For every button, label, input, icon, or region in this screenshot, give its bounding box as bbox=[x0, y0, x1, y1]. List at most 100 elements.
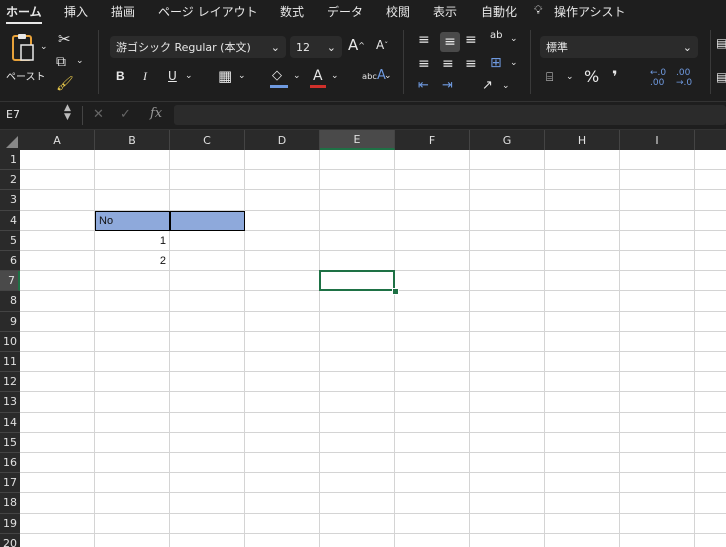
name-box-stepper-icon[interactable]: ▲ ▼ bbox=[64, 104, 71, 122]
row-header-14[interactable]: 14 bbox=[0, 412, 20, 433]
font-name-dropdown[interactable]: 游ゴシック Regular (本文) ⌄ bbox=[110, 36, 286, 58]
cell-b6[interactable]: 2 bbox=[99, 251, 166, 271]
number-format-dropdown[interactable]: 標準 ⌄ bbox=[540, 36, 698, 58]
row-header-19[interactable]: 19 bbox=[0, 513, 20, 534]
row-header-8[interactable]: 8 bbox=[0, 291, 20, 312]
underline-dropdown-icon[interactable]: ⌄ bbox=[185, 71, 193, 81]
cell-b4[interactable]: No bbox=[99, 211, 166, 231]
gridline bbox=[20, 431, 726, 433]
paste-dropdown-icon[interactable]: ⌄ bbox=[40, 42, 48, 52]
decrease-font-size-icon[interactable]: Aˇ bbox=[376, 38, 388, 52]
fill-handle[interactable] bbox=[392, 288, 399, 296]
currency-format-icon[interactable]: ⌸ bbox=[546, 70, 553, 85]
column-header-c[interactable]: C bbox=[170, 130, 245, 150]
column-header-f[interactable]: F bbox=[395, 130, 470, 150]
column-header-d[interactable]: D bbox=[245, 130, 320, 150]
conditional-formatting-icon[interactable]: ▤ bbox=[716, 36, 726, 50]
text-effects-dropdown-icon[interactable]: ⌄ bbox=[384, 71, 392, 81]
text-effects-icon[interactable]: abc A bbox=[362, 68, 386, 83]
tab-automate[interactable]: 自動化 bbox=[481, 3, 517, 20]
tab-page-layout[interactable]: ページ レイアウト bbox=[158, 3, 258, 20]
comma-style-icon[interactable]: ❜ bbox=[612, 67, 618, 86]
increase-font-size-icon[interactable]: A ^ bbox=[348, 36, 365, 54]
row-header-7[interactable]: 7 bbox=[0, 271, 20, 292]
cancel-icon[interactable]: ✕ bbox=[93, 107, 104, 122]
row-header-9[interactable]: 9 bbox=[0, 311, 20, 332]
row-header-5[interactable]: 5 bbox=[0, 230, 20, 251]
row-header-20[interactable]: 20 bbox=[0, 533, 20, 547]
align-middle-icon[interactable]: ≡ bbox=[440, 32, 460, 52]
enter-checkmark-icon[interactable]: ✓ bbox=[120, 107, 131, 122]
row-header-4[interactable]: 4 bbox=[0, 210, 20, 231]
column-header-h[interactable]: H bbox=[545, 130, 620, 150]
row-header-1[interactable]: 1 bbox=[0, 150, 20, 171]
tab-home[interactable]: ホーム bbox=[6, 3, 42, 24]
copy-icon[interactable]: ⧉ bbox=[56, 54, 66, 70]
cell-b5[interactable]: 1 bbox=[99, 231, 166, 251]
insert-function-icon[interactable]: fx bbox=[150, 106, 162, 121]
fill-color-dropdown-icon[interactable]: ⌄ bbox=[293, 71, 301, 81]
orientation-dropdown-icon[interactable]: ⌄ bbox=[502, 81, 510, 91]
row-header-15[interactable]: 15 bbox=[0, 432, 20, 453]
row-header-12[interactable]: 12 bbox=[0, 372, 20, 393]
chevron-down-icon: ⌄ bbox=[270, 40, 280, 54]
column-header-g[interactable]: G bbox=[470, 130, 545, 150]
row-header-13[interactable]: 13 bbox=[0, 392, 20, 413]
row-header-11[interactable]: 11 bbox=[0, 352, 20, 373]
header-fill-c4[interactable] bbox=[170, 210, 245, 231]
row-header-18[interactable]: 18 bbox=[0, 493, 20, 514]
orientation-icon[interactable]: ↗ bbox=[482, 78, 493, 93]
column-header-a[interactable]: A bbox=[20, 130, 95, 150]
select-all-corner[interactable] bbox=[0, 130, 20, 150]
increase-indent-icon[interactable]: ⇥ bbox=[442, 78, 453, 93]
row-header-17[interactable]: 17 bbox=[0, 473, 20, 494]
font-color-dropdown-icon[interactable]: ⌄ bbox=[331, 71, 339, 81]
cell-styles-icon[interactable]: ▤ bbox=[716, 70, 726, 84]
borders-icon[interactable]: ▦ bbox=[218, 67, 232, 85]
formula-input[interactable] bbox=[174, 105, 726, 125]
row-header-10[interactable]: 10 bbox=[0, 331, 20, 352]
align-right-icon[interactable]: ≡ bbox=[465, 56, 477, 72]
font-color-icon[interactable]: A bbox=[310, 68, 326, 88]
name-box[interactable]: E7 bbox=[6, 108, 20, 121]
bold-button[interactable]: B bbox=[116, 69, 125, 83]
tab-insert[interactable]: 挿入 bbox=[64, 3, 88, 20]
italic-button[interactable]: I bbox=[143, 69, 147, 84]
wrap-text-dropdown-icon[interactable]: ⌄ bbox=[510, 34, 518, 44]
decrease-decimal-icon[interactable]: .00 →.0 bbox=[676, 68, 692, 88]
column-header-b[interactable]: B bbox=[95, 130, 170, 150]
merge-center-icon[interactable]: ⊞ bbox=[490, 55, 502, 71]
font-size-dropdown[interactable]: 12 ⌄ bbox=[290, 36, 342, 58]
increase-decimal-icon[interactable]: ←.0.00 bbox=[650, 68, 666, 88]
row-header-2[interactable]: 2 bbox=[0, 170, 20, 191]
tab-view[interactable]: 表示 bbox=[433, 3, 457, 20]
row-header-6[interactable]: 6 bbox=[0, 251, 20, 272]
fill-color-icon[interactable]: ◇ bbox=[270, 68, 288, 88]
column-header-overflow bbox=[695, 130, 726, 150]
wrap-text-icon[interactable]: ab bbox=[490, 30, 502, 41]
row-header-3[interactable]: 3 bbox=[0, 190, 20, 211]
tab-formulas[interactable]: 数式 bbox=[280, 3, 304, 20]
underline-button[interactable]: U bbox=[168, 69, 177, 83]
tab-tell-me[interactable]: 操作アシスト bbox=[554, 3, 626, 20]
align-left-icon[interactable]: ≡ bbox=[418, 56, 430, 72]
align-top-icon[interactable]: ≡ bbox=[418, 32, 430, 48]
copy-dropdown-icon[interactable]: ⌄ bbox=[76, 56, 84, 66]
column-header-e[interactable]: E bbox=[320, 130, 395, 150]
row-header-16[interactable]: 16 bbox=[0, 453, 20, 474]
active-cell-outline[interactable] bbox=[319, 270, 395, 292]
tab-draw[interactable]: 描画 bbox=[111, 3, 135, 20]
tab-data[interactable]: データ bbox=[327, 3, 363, 20]
column-header-i[interactable]: I bbox=[620, 130, 695, 150]
currency-dropdown-icon[interactable]: ⌄ bbox=[566, 72, 574, 82]
cut-icon[interactable]: ✂ bbox=[58, 30, 71, 48]
format-painter-icon[interactable]: 🖌︎ bbox=[56, 76, 74, 92]
merge-dropdown-icon[interactable]: ⌄ bbox=[510, 58, 518, 68]
decrease-indent-icon[interactable]: ⇤ bbox=[418, 78, 429, 93]
align-center-icon[interactable]: ≡ bbox=[442, 56, 454, 72]
align-bottom-icon[interactable]: ≡ bbox=[465, 32, 477, 48]
tab-review[interactable]: 校閲 bbox=[386, 3, 410, 20]
paste-icon[interactable] bbox=[8, 32, 38, 64]
borders-dropdown-icon[interactable]: ⌄ bbox=[238, 71, 246, 81]
percent-style-icon[interactable]: % bbox=[584, 67, 599, 86]
